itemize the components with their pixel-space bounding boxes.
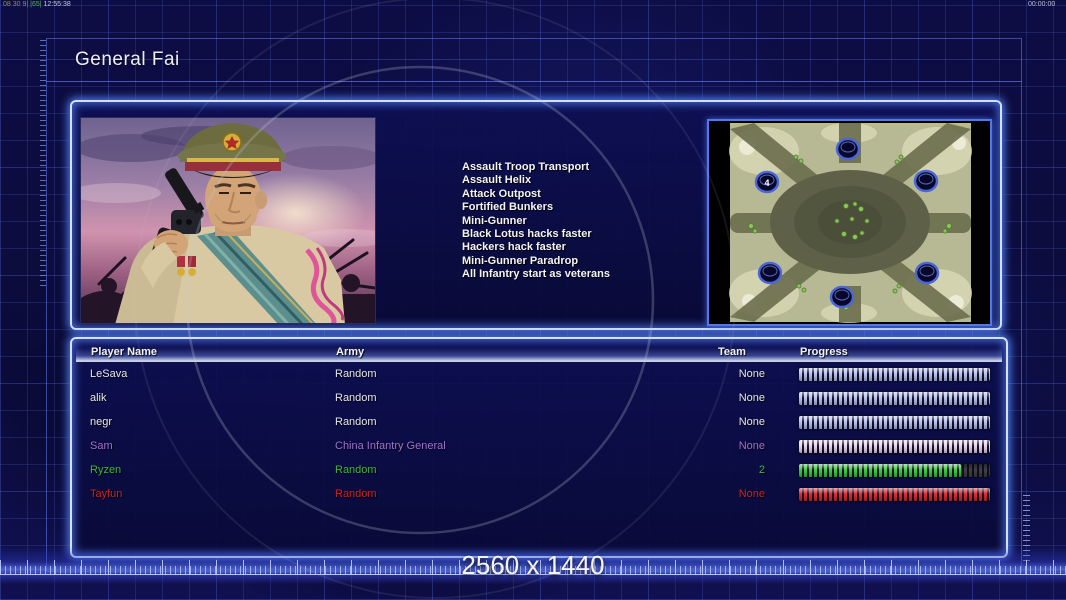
player-name: Tayfun xyxy=(90,488,123,500)
player-row: Tayfun Random None xyxy=(72,483,1006,507)
resolution-label: 2560 x 1440 xyxy=(461,550,605,580)
progress-bar xyxy=(799,368,990,381)
player-team: 2 xyxy=(758,464,765,476)
ability-item: Assault Helix xyxy=(462,174,532,187)
progress-bar xyxy=(799,440,990,453)
player-list-panel: Player Name Army Team Progress LeSava Ra… xyxy=(70,337,1008,558)
player-army: Random xyxy=(335,464,377,476)
player-name: Sam xyxy=(90,440,113,452)
start-position-number: 4 xyxy=(764,178,769,188)
title-divider xyxy=(46,81,1022,82)
general-abilities-list: Assault Troop Transport Assault Helix At… xyxy=(462,161,610,282)
progress-bar-fill xyxy=(799,464,962,477)
player-team: None xyxy=(738,392,765,404)
ability-item: Attack Outpost xyxy=(462,187,541,200)
ability-item: Mini-Gunner Paradrop xyxy=(462,254,579,267)
progress-bar-fill xyxy=(799,488,990,501)
player-team: None xyxy=(738,368,765,380)
progress-bar xyxy=(799,416,990,429)
player-row: Ryzen Random 2 xyxy=(72,459,1006,483)
portrait-art xyxy=(81,118,375,323)
player-team: None xyxy=(738,488,765,500)
player-army: Random xyxy=(335,416,377,428)
ability-item: All Infantry start as veterans xyxy=(462,268,610,281)
game-timer: 00:00:00 xyxy=(1028,1,1056,8)
map-preview-art: 4 xyxy=(709,121,990,324)
ability-item: Mini-Gunner xyxy=(462,214,527,227)
progress-bar-fill xyxy=(799,392,990,405)
ability-item: Hackers hack faster xyxy=(462,241,566,254)
player-name: alik xyxy=(90,392,107,404)
debug-text-segment: 08 30 9| xyxy=(3,1,31,8)
debug-text-segment: 12:55:38 xyxy=(43,1,71,8)
player-team: None xyxy=(738,440,765,452)
ability-item: Assault Troop Transport xyxy=(462,161,590,173)
player-row: Sam China Infantry General None xyxy=(72,435,1006,459)
player-army: China Infantry General xyxy=(335,440,446,452)
ability-item: Fortified Bunkers xyxy=(462,201,554,214)
debug-text-segment: |65| xyxy=(30,1,44,8)
debug-overlay-text: 08 30 9| |65| 12:55:38 xyxy=(3,1,71,9)
player-rows: LeSava Random None alik Random None negr… xyxy=(72,339,1006,556)
player-row: negr Random None xyxy=(72,411,1006,435)
map-preview: 4 xyxy=(707,119,992,326)
progress-bar-fill xyxy=(799,440,990,453)
progress-bar xyxy=(799,464,990,477)
general-portrait-image xyxy=(80,117,376,324)
player-army: Random xyxy=(335,488,377,500)
progress-bar-fill xyxy=(799,416,990,429)
player-team: None xyxy=(738,416,765,428)
ability-item: Black Lotus hacks faster xyxy=(462,228,592,241)
player-army: Random xyxy=(335,392,377,404)
player-army: Random xyxy=(335,368,377,380)
progress-bar-fill xyxy=(799,368,990,381)
player-name: LeSava xyxy=(90,368,128,380)
general-title: General Fai xyxy=(75,49,180,70)
progress-bar xyxy=(799,392,990,405)
player-row: LeSava Random None xyxy=(72,363,1006,387)
player-row: alik Random None xyxy=(72,387,1006,411)
progress-bar xyxy=(799,488,990,501)
player-name: negr xyxy=(90,416,113,428)
general-info-panel: Assault Troop Transport Assault Helix At… xyxy=(70,100,1002,330)
left-ruler-ticks xyxy=(40,40,46,290)
player-name: Ryzen xyxy=(90,464,122,476)
